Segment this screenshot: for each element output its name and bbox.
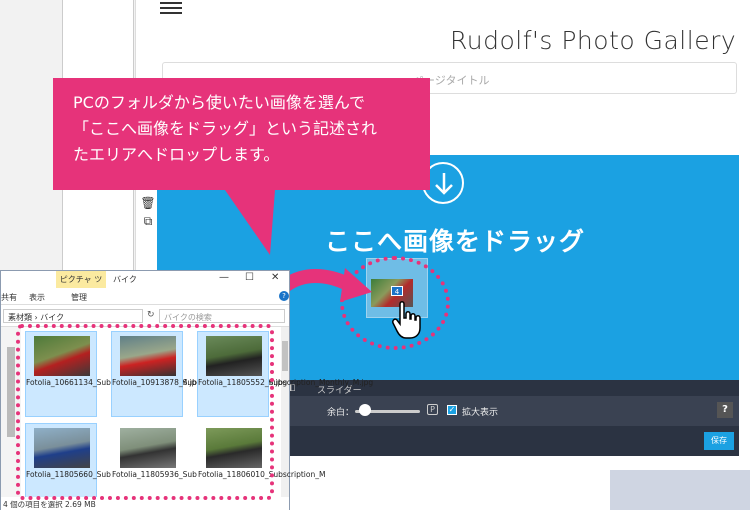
margin-slider-handle[interactable] [359, 404, 371, 416]
zoom-checkbox[interactable]: ✓ [447, 405, 457, 415]
selected-files-highlight [16, 324, 274, 500]
side-tools: 🗑 ⧉ [138, 196, 158, 236]
maximize-icon[interactable]: ☐ [245, 272, 254, 283]
picture-tools-tab[interactable]: ピクチャ ツール [56, 271, 106, 301]
callout-line-2: 「ここへ画像をドラッグ」という記述され [73, 119, 378, 138]
address-path[interactable]: 素材類 › バイク [3, 309, 143, 323]
ribbon-tab-share[interactable]: 共有 [1, 292, 17, 303]
path-segment-materials[interactable]: 素材類 [8, 313, 32, 322]
pinterest-icon[interactable]: P [427, 404, 438, 415]
refresh-icon[interactable]: ↻ [147, 310, 155, 320]
hand-cursor-icon [392, 301, 421, 339]
callout-line-3: たエリアへドロップします。 [73, 145, 280, 164]
hamburger-menu-icon[interactable] [160, 2, 182, 14]
zoom-label: 拡大表示 [462, 408, 499, 418]
explorer-titlebar: ピクチャ ツール バイク — ☐ ✕ [1, 271, 289, 301]
copy-icon[interactable]: ⧉ [138, 214, 158, 232]
explorer-title: バイク [113, 275, 137, 284]
ribbon-tab-view[interactable]: 表示 [29, 292, 45, 303]
explorer-search-input[interactable]: バイクの検索 [159, 309, 285, 323]
navigation-scrollbar[interactable] [7, 347, 15, 437]
ribbon-tab-manage[interactable]: 管理 [71, 292, 87, 303]
save-button[interactable]: 保存 [704, 432, 734, 450]
instruction-callout: PCのフォルダから使いたい画像を選んで 「ここへ画像をドラッグ」という記述され … [53, 78, 430, 190]
gallery-title: Rudolf's Photo Gallery [450, 26, 737, 55]
help-button[interactable]: ? [717, 402, 733, 418]
path-segment-bike[interactable]: バイク [40, 313, 64, 322]
minimize-icon[interactable]: — [219, 272, 229, 283]
close-icon[interactable]: ✕ [271, 272, 279, 283]
explorer-ribbon: 共有 表示 管理 ? [1, 288, 289, 305]
scrollbar-thumb[interactable] [282, 341, 288, 371]
trash-icon[interactable]: 🗑 [138, 196, 158, 214]
drop-zone-label: ここへ画像をドラッグ [325, 227, 586, 256]
margin-label: 余白： [327, 408, 355, 418]
callout-line-1: PCのフォルダから使いたい画像を選んで [73, 93, 366, 112]
help-icon[interactable]: ? [279, 291, 289, 301]
